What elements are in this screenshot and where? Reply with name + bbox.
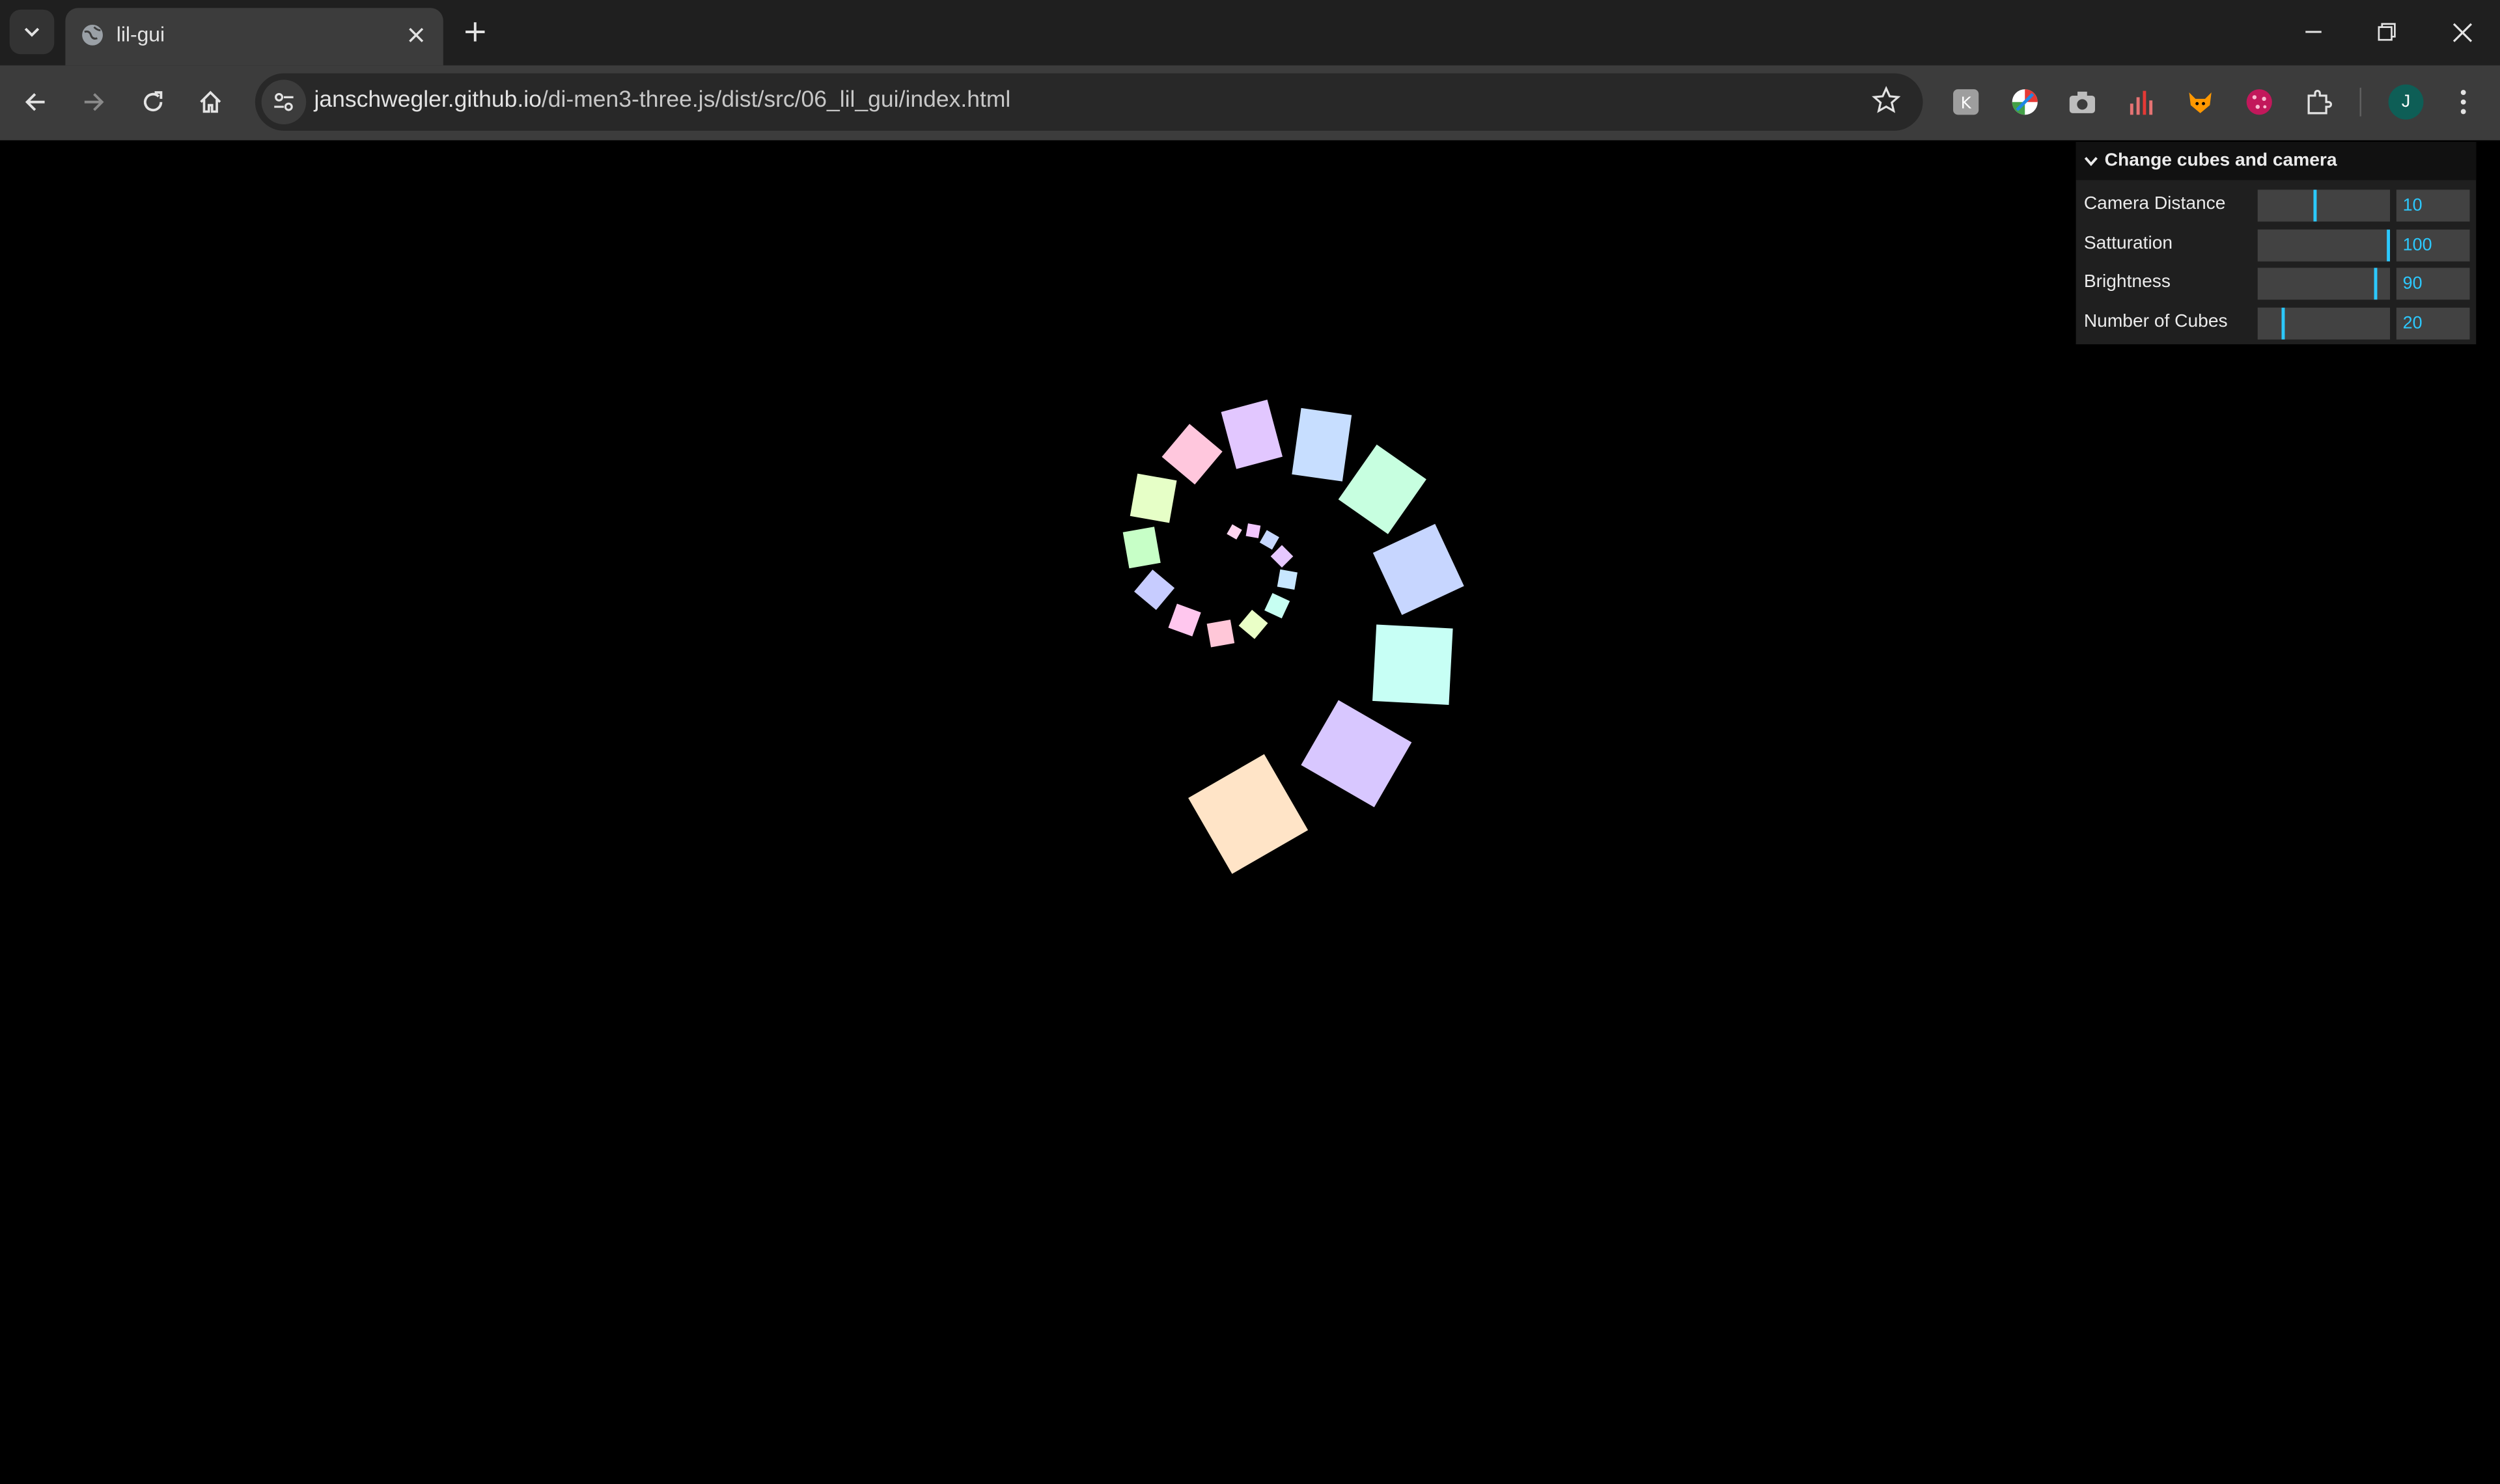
url-path: /di-men3-three.js/dist/src/06_lil_gui/in… — [541, 87, 1011, 113]
slider-fill — [2257, 307, 2285, 339]
puzzle-icon[interactable] — [2302, 86, 2334, 118]
cube — [1301, 700, 1412, 808]
chevron-down-icon — [24, 27, 40, 37]
reload-button[interactable] — [131, 79, 176, 124]
cube — [1292, 407, 1352, 482]
cube — [1277, 569, 1298, 590]
cube — [1134, 570, 1175, 611]
minimize-button[interactable] — [2282, 10, 2346, 55]
slider-fill — [2257, 228, 2391, 261]
cube — [1372, 523, 1464, 615]
close-icon — [409, 27, 424, 42]
forward-button[interactable] — [72, 79, 117, 124]
restore-icon — [2378, 23, 2396, 41]
plus-icon — [465, 22, 485, 42]
arrow-left-icon — [25, 93, 45, 111]
satturation-input[interactable]: 100 — [2396, 228, 2470, 261]
svg-text:K: K — [1961, 94, 1972, 113]
controller-label: Satturation — [2083, 233, 2173, 253]
cube — [1270, 545, 1294, 568]
star-icon[interactable] — [1872, 86, 1901, 115]
camera-icon[interactable] — [2066, 86, 2098, 118]
number-of-cubes-slider[interactable] — [2257, 307, 2391, 339]
controller-number-of-cubes: Number of Cubes 20 — [2076, 304, 2477, 342]
camera-distance-slider[interactable] — [2257, 189, 2391, 222]
cube — [1206, 619, 1235, 648]
site-info-button[interactable] — [261, 79, 307, 125]
toolbar-separator — [2359, 87, 2361, 117]
close-icon — [2452, 22, 2471, 42]
gui-title-bar[interactable]: Change cubes and camera — [2076, 141, 2477, 180]
url-host: janschwegler.github.io — [314, 87, 542, 113]
back-button[interactable] — [13, 79, 58, 124]
home-button[interactable] — [188, 79, 233, 124]
extension-k-icon[interactable]: K — [1950, 86, 1982, 118]
cube — [1238, 609, 1268, 639]
arrow-right-icon — [84, 93, 104, 111]
cube — [1338, 445, 1426, 534]
gui-title: Change cubes and camera — [2104, 151, 2337, 171]
bar-chart-icon[interactable] — [2126, 86, 2158, 118]
kebab-icon[interactable] — [2447, 86, 2479, 118]
close-tab-button[interactable] — [402, 21, 430, 49]
controller-label: Camera Distance — [2083, 194, 2226, 214]
url-text[interactable]: janschwegler.github.io/di-men3-three.js/… — [314, 88, 1010, 113]
tab-title: lil-gui — [116, 22, 165, 47]
camera-distance-input[interactable]: 10 — [2396, 189, 2470, 222]
controller-brightness: Brightness 90 — [2076, 265, 2477, 303]
controller-label: Brightness — [2083, 272, 2171, 292]
home-icon — [200, 90, 221, 113]
extension-fox-icon[interactable] — [2184, 86, 2216, 118]
chevron-down-icon — [2084, 157, 2098, 167]
cube — [1221, 400, 1283, 469]
extension-color-icon[interactable] — [2009, 86, 2041, 118]
satturation-slider[interactable] — [2257, 228, 2391, 261]
minimize-icon — [2305, 31, 2322, 33]
extension-cookie-icon[interactable] — [2243, 86, 2275, 118]
cube — [1122, 527, 1161, 569]
reload-icon — [143, 91, 163, 112]
brightness-slider[interactable] — [2257, 268, 2391, 300]
cube — [1245, 523, 1261, 538]
address-bar[interactable]: janschwegler.github.io/di-men3-three.js/… — [255, 73, 1923, 131]
cube — [1259, 530, 1279, 550]
slider-fill — [2257, 189, 2318, 222]
slider-fill — [2257, 268, 2377, 300]
new-tab-button[interactable] — [456, 13, 494, 51]
browser-toolbar: janschwegler.github.io/di-men3-three.js/… — [0, 65, 2500, 141]
cube — [1372, 624, 1453, 706]
cube — [1161, 424, 1223, 485]
tab-search-button[interactable] — [9, 9, 55, 55]
active-tab[interactable]: lil-gui — [65, 8, 443, 66]
restore-button[interactable] — [2355, 10, 2419, 55]
window-close-button[interactable] — [2430, 10, 2493, 55]
cube — [1264, 593, 1290, 619]
tab-strip: lil-gui — [0, 0, 2500, 66]
globe-icon — [82, 24, 103, 46]
number-of-cubes-input[interactable]: 20 — [2396, 307, 2470, 339]
lil-gui-panel: Change cubes and camera Camera Distance … — [2076, 141, 2477, 344]
cube — [1130, 473, 1177, 523]
controller-camera-distance: Camera Distance 10 — [2076, 187, 2477, 225]
cube — [1168, 603, 1201, 637]
avatar[interactable]: J — [2388, 84, 2424, 120]
cube — [1188, 754, 1309, 874]
cube — [1227, 524, 1242, 540]
tune-icon — [274, 92, 294, 111]
controller-satturation: Satturation 100 — [2076, 226, 2477, 264]
brightness-input[interactable]: 90 — [2396, 268, 2470, 300]
controller-label: Number of Cubes — [2083, 311, 2228, 331]
